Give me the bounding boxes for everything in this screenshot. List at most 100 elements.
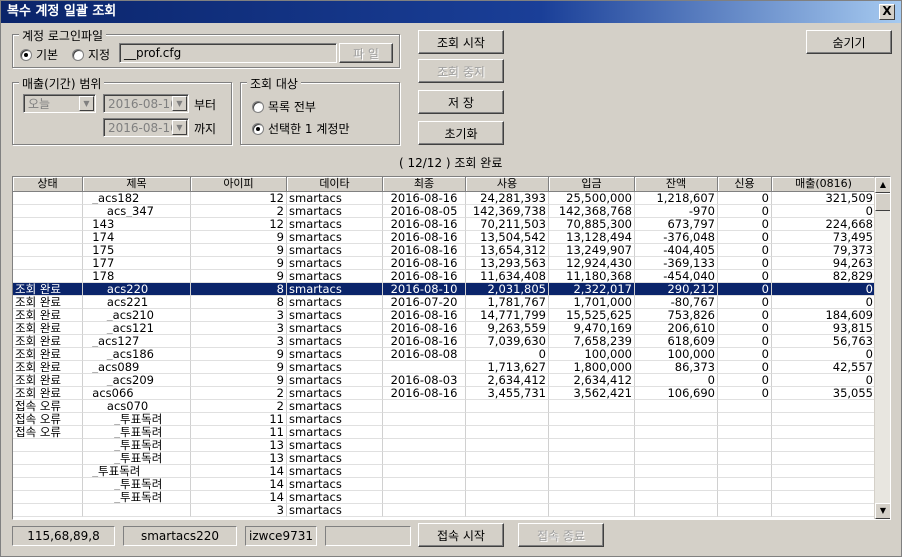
table-cell: 3 [191,309,287,322]
table-cell: 0 [718,192,772,205]
vertical-scrollbar[interactable]: ▲ ▼ [874,177,890,519]
table-cell: 2016-08-16 [383,322,466,335]
login-file-legend: 계정 로그인파일 [19,27,107,44]
radio-all[interactable]: 목록 전부 [252,98,316,115]
radio-custom[interactable]: 지정 [72,46,110,63]
table-cell: 73,495 [772,231,876,244]
table-cell: 0 [718,205,772,218]
table-cell [383,439,466,452]
table-row[interactable]: 3 smartacs [13,504,876,517]
table-cell: acs221 [83,296,191,309]
table-cell: 조회 완료 [13,387,83,400]
radio-default[interactable]: 기본 [20,46,58,63]
accounts-table[interactable]: 상태 제목 아이피 데이타 최종 사용 입금 잔액 신용 매출(0816) _acs182 12 sm… [12,176,891,520]
table-cell: 2016-08-08 [383,348,466,361]
chevron-down-icon: ▼ [172,96,187,111]
table-cell: 2,634,412 [549,374,635,387]
scroll-down-icon[interactable]: ▼ [875,503,890,519]
column-header[interactable]: 아이피 [191,177,287,192]
scroll-up-icon[interactable]: ▲ [875,177,890,193]
table-cell [549,400,635,413]
table-cell: 175 [83,244,191,257]
table-cell: 조회 완료 [13,374,83,387]
table-row[interactable]: 조회 완료 _acs127 3 smartacs 2016-08-16 7,039,63… [13,335,876,348]
column-header[interactable]: 신용 [718,177,772,192]
column-header[interactable]: 매출(0816) [772,177,876,192]
connect-end-button[interactable]: 접속 종료 [518,523,604,547]
period-select[interactable]: 오늘 ▼ [23,94,96,113]
status-account: smartacs220 [123,526,237,546]
table-cell: -369,133 [635,257,718,270]
table-cell: 0 [772,296,876,309]
table-row[interactable]: 174 9 smartacs 2016-08-16 13,504,542 13,128,4… [13,231,876,244]
table-row[interactable]: acs_347 2 smartacs 2016-08-05 142,369,738 142… [13,205,876,218]
table-cell [635,413,718,426]
table-row[interactable]: _acs182 12 smartacs 2016-08-16 24,281,393 25,… [13,192,876,205]
table-row[interactable]: 조회 완료 _acs089 9 smartacs 1,713,627 1,800,000… [13,361,876,374]
radio-selected[interactable]: 선택한 1 계정만 [252,120,350,137]
table-row[interactable]: 조회 완료 _acs209 9 smartacs 2016-08-03 2,634,41… [13,374,876,387]
reset-button[interactable]: 초기화 [418,121,504,145]
table-row[interactable]: 조회 완료 _acs121 3 smartacs 2016-08-16 9,263,55… [13,322,876,335]
scroll-thumb[interactable] [875,193,890,211]
table-cell: _acs121 [83,322,191,335]
table-cell [549,439,635,452]
stop-query-button[interactable]: 조회 중지 [418,59,504,83]
table-cell: 12 [191,192,287,205]
table-row[interactable]: 178 9 smartacs 2016-08-16 11,634,408 11,180,3… [13,270,876,283]
table-cell: smartacs [287,257,383,270]
table-row[interactable]: 175 9 smartacs 2016-08-16 13,654,312 13,249,9… [13,244,876,257]
table-cell [383,452,466,465]
table-cell: 79,373 [772,244,876,257]
table-cell [772,465,876,478]
close-button[interactable]: X [879,4,895,20]
table-cell: 조회 완료 [13,309,83,322]
connect-start-button[interactable]: 접속 시작 [418,523,504,547]
table-row[interactable]: _투표독려 14 smartacs [13,478,876,491]
table-row[interactable]: _투표독려 13 smartacs [13,452,876,465]
table-row[interactable]: 177 9 smartacs 2016-08-16 13,293,563 12,924,4… [13,257,876,270]
date-to-field[interactable]: 2016-08-16 ▼ [103,118,189,137]
column-header[interactable]: 사용 [466,177,549,192]
save-button[interactable]: 저 장 [418,90,504,114]
to-label: 까지 [194,122,217,136]
table-cell: _투표독려 [83,426,191,439]
table-cell: 0 [772,374,876,387]
table-row[interactable]: _투표독려 13 smartacs [13,439,876,452]
table-cell: 35,055 [772,387,876,400]
column-header[interactable]: 제목 [83,177,191,192]
table-row[interactable]: _투표독려 14 smartacs [13,465,876,478]
column-header[interactable]: 데이타 [287,177,383,192]
table-row[interactable]: 조회 완료 acs066 2 smartacs 2016-08-16 3,455,731… [13,387,876,400]
table-cell [772,439,876,452]
radio-selected-label: 선택한 1 계정만 [268,122,350,136]
hide-button[interactable]: 숨기기 [806,30,892,54]
table-cell [772,478,876,491]
table-row[interactable]: 조회 완료 acs220 8 smartacs 2016-08-10 2,031,805… [13,283,876,296]
column-header[interactable]: 상태 [13,177,83,192]
progress-text: ( 12/12 ) 조회 완료 [399,156,503,170]
table-cell [718,465,772,478]
file-button[interactable]: 파 일 [339,43,393,63]
table-cell [466,491,549,504]
start-query-button[interactable]: 조회 시작 [418,30,504,54]
table-row[interactable]: 접속 오류 _투표독려 11 smartacs [13,426,876,439]
table-cell [13,452,83,465]
table-cell: smartacs [287,218,383,231]
table-row[interactable]: 143 12 smartacs 2016-08-16 70,211,503 70,885,… [13,218,876,231]
table-cell: 0 [718,283,772,296]
date-from-field[interactable]: 2016-08-16 ▼ [103,94,189,113]
column-header[interactable]: 입금 [549,177,635,192]
table-cell: 9 [191,244,287,257]
table-row[interactable]: _투표독려 14 smartacs [13,491,876,504]
column-header[interactable]: 최종 [383,177,466,192]
table-cell: 14,771,799 [466,309,549,322]
login-file-field[interactable]: __prof.cfg [119,43,337,63]
table-row[interactable]: 조회 완료 _acs210 3 smartacs 2016-08-16 14,771,7… [13,309,876,322]
table-row[interactable]: 접속 오류 _투표독려 11 smartacs [13,413,876,426]
table-row[interactable]: 접속 오류 acs070 2 smartacs [13,400,876,413]
table-cell: 100,000 [635,348,718,361]
table-row[interactable]: 조회 완료 acs221 8 smartacs 2016-07-20 1,781,767… [13,296,876,309]
column-header[interactable]: 잔액 [635,177,718,192]
table-row[interactable]: 조회 완료 _acs186 9 smartacs 2016-08-08 0 100,000… [13,348,876,361]
